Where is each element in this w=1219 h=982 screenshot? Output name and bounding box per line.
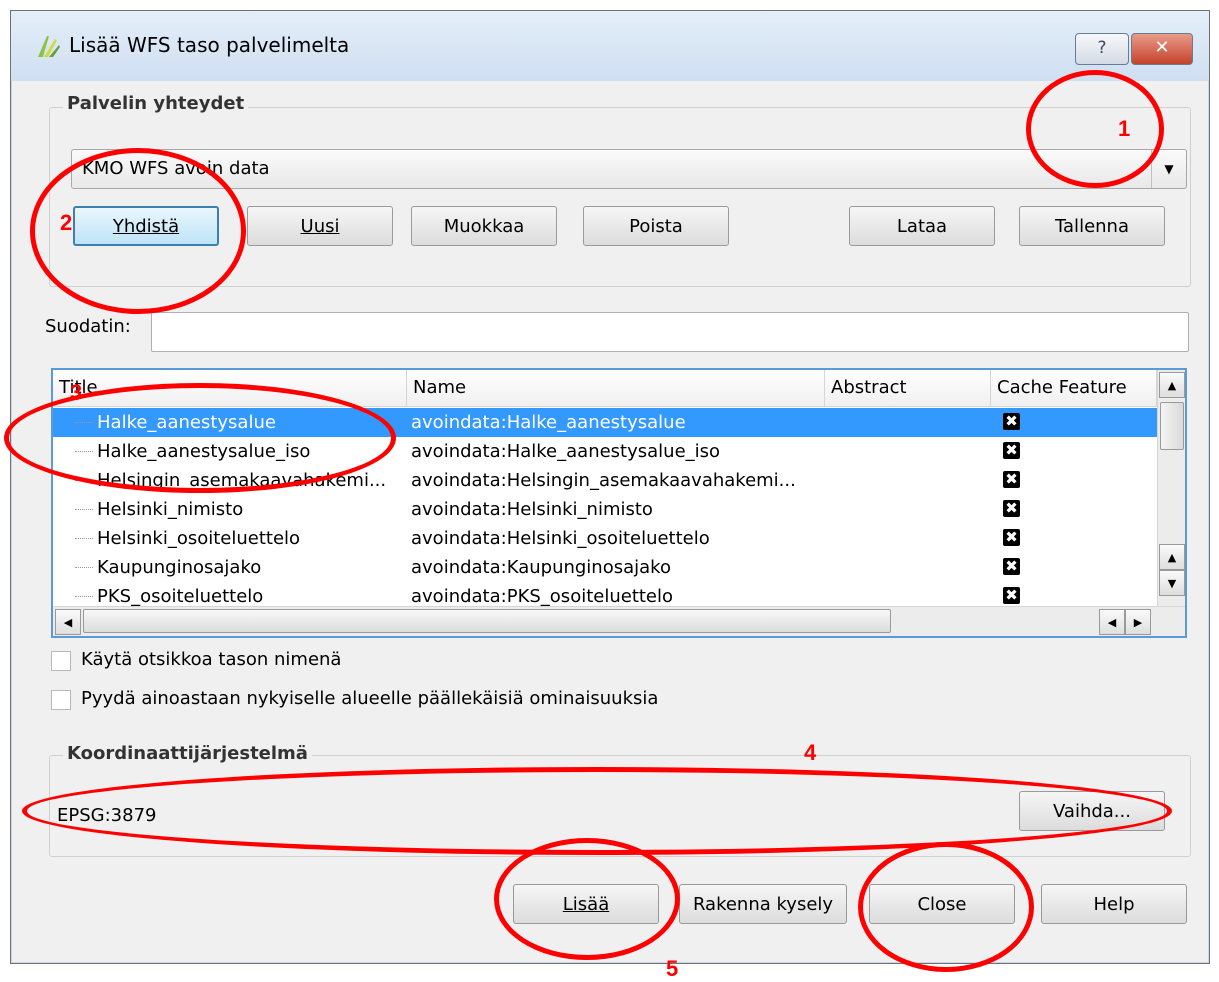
- layer-table[interactable]: Title Name Abstract Cache Feature Halke_…: [51, 368, 1187, 638]
- save-button[interactable]: Tallenna: [1019, 206, 1165, 246]
- close-window-button[interactable]: ✕: [1131, 33, 1193, 65]
- scroll-up-icon[interactable]: ▲: [1159, 544, 1185, 570]
- scroll-left-icon[interactable]: ◀: [1099, 609, 1125, 635]
- add-button-label: Lisää: [562, 893, 610, 915]
- vertical-scrollbar[interactable]: ▲ ▲ ▼: [1157, 370, 1185, 608]
- row-title: Helsingin_asemakaavahakemi...: [97, 470, 387, 491]
- cache-checkbox-checked-icon[interactable]: ✖: [1003, 413, 1020, 430]
- server-connections-group: [49, 107, 1191, 287]
- cache-checkbox-checked-icon[interactable]: ✖: [1003, 558, 1020, 575]
- connect-button[interactable]: Yhdistä: [73, 206, 219, 246]
- cache-checkbox-checked-icon[interactable]: ✖: [1003, 500, 1020, 517]
- change-crs-button[interactable]: Vaihda...: [1019, 791, 1165, 831]
- cache-checkbox-checked-icon[interactable]: ✖: [1003, 587, 1020, 604]
- close-button[interactable]: Close: [869, 884, 1015, 924]
- qgis-icon: [38, 36, 60, 57]
- use-title-checkbox[interactable]: [51, 651, 71, 671]
- help-title-button[interactable]: ?: [1075, 33, 1129, 65]
- column-cache-feature[interactable]: Cache Feature: [991, 370, 1157, 406]
- column-name[interactable]: Name: [407, 370, 825, 406]
- row-title: Helsinki_nimisto: [97, 499, 244, 520]
- row-name: avoindata:Helsinki_nimisto: [411, 499, 653, 520]
- load-button[interactable]: Lataa: [849, 206, 995, 246]
- scroll-down-icon[interactable]: ▼: [1159, 570, 1185, 596]
- filter-input[interactable]: [151, 312, 1189, 352]
- add-button[interactable]: Lisää: [513, 884, 659, 924]
- table-row[interactable]: Helsinki_nimisto avoindata:Helsinki_nimi…: [53, 495, 1157, 524]
- chevron-down-icon[interactable]: ▼: [1151, 150, 1186, 188]
- only-intersecting-label: Pyydä ainoastaan nykyiselle alueelle pää…: [81, 688, 659, 709]
- vertical-scroll-thumb[interactable]: [1160, 402, 1184, 450]
- row-title: Halke_aanestysalue_iso: [97, 441, 311, 462]
- build-query-button[interactable]: Rakenna kysely: [679, 884, 847, 924]
- help-button[interactable]: Help: [1041, 884, 1187, 924]
- delete-button[interactable]: Poista: [583, 206, 729, 246]
- annotation-number-3: 3: [70, 380, 83, 405]
- add-wfs-layer-dialog: Lisää WFS taso palvelimelta ? ✕ Palvelin…: [10, 10, 1210, 964]
- new-button-label: Uusi: [300, 215, 340, 237]
- scroll-right-icon[interactable]: ▶: [1125, 609, 1151, 635]
- build-query-button-label: Rakenna kysely: [692, 893, 834, 915]
- table-row[interactable]: Halke_aanestysalue avoindata:Halke_aanes…: [53, 408, 1157, 437]
- cache-checkbox-checked-icon[interactable]: ✖: [1003, 471, 1020, 488]
- table-header: Title Name Abstract Cache Feature: [53, 370, 1157, 407]
- cache-checkbox-checked-icon[interactable]: ✖: [1003, 529, 1020, 546]
- row-title: Helsinki_osoiteluettelo: [97, 528, 301, 549]
- row-name: avoindata:Helsingin_asemakaavahakemi...: [411, 470, 796, 491]
- row-name: avoindata:Halke_aanestysalue: [411, 412, 686, 433]
- crs-value: EPSG:3879: [57, 805, 157, 826]
- cache-checkbox-checked-icon[interactable]: ✖: [1003, 442, 1020, 459]
- title-bar: Lisää WFS taso palvelimelta ? ✕: [11, 11, 1209, 81]
- window-title: Lisää WFS taso palvelimelta: [69, 33, 350, 57]
- connection-select-value: KMO WFS avoin data: [82, 158, 270, 179]
- annotation-number-4: 4: [804, 740, 817, 765]
- row-name: avoindata:Kaupunginosajako: [411, 557, 671, 578]
- scroll-up-icon[interactable]: ▲: [1159, 372, 1185, 398]
- edit-button[interactable]: Muokkaa: [411, 206, 557, 246]
- only-intersecting-checkbox[interactable]: [51, 690, 71, 710]
- use-title-label: Käytä otsikkoa tason nimenä: [81, 649, 342, 670]
- annotation-number-2: 2: [60, 210, 73, 235]
- table-row[interactable]: Kaupunginosajako avoindata:Kaupunginosaj…: [53, 553, 1157, 582]
- row-title: Kaupunginosajako: [97, 557, 262, 578]
- horizontal-scrollbar[interactable]: ◀ ◀ ▶: [53, 606, 1185, 636]
- new-button[interactable]: Uusi: [247, 206, 393, 246]
- row-name: avoindata:Helsinki_osoiteluettelo: [411, 528, 710, 549]
- crs-group-title: Koordinaattijärjestelmä: [63, 743, 312, 764]
- horizontal-scroll-thumb[interactable]: [83, 609, 891, 633]
- column-abstract[interactable]: Abstract: [825, 370, 991, 406]
- row-name: avoindata:Halke_aanestysalue_iso: [411, 441, 721, 462]
- connect-button-label: Yhdistä: [112, 215, 180, 237]
- scroll-left-icon[interactable]: ◀: [55, 609, 81, 635]
- filter-label: Suodatin:: [45, 316, 131, 337]
- column-title[interactable]: Title: [53, 370, 407, 406]
- row-title: Halke_aanestysalue: [97, 412, 276, 433]
- annotation-number-1: 1: [1118, 116, 1131, 141]
- table-row[interactable]: Helsinki_osoiteluettelo avoindata:Helsin…: [53, 524, 1157, 553]
- server-connections-title: Palvelin yhteydet: [63, 93, 249, 114]
- table-row[interactable]: Halke_aanestysalue_iso avoindata:Halke_a…: [53, 437, 1157, 466]
- annotation-number-5: 5: [666, 956, 679, 981]
- table-row[interactable]: Helsingin_asemakaavahakemi... avoindata:…: [53, 466, 1157, 495]
- connection-select[interactable]: KMO WFS avoin data ▼: [71, 149, 1187, 189]
